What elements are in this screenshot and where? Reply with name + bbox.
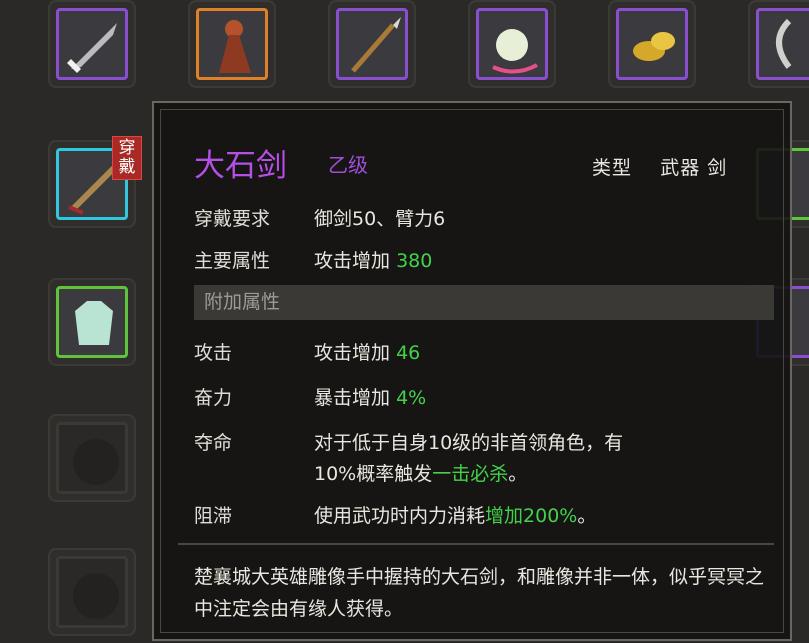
rarity-frame: [336, 8, 408, 80]
empty-frame: [56, 556, 128, 628]
main-attr-text: 攻击增加: [314, 250, 391, 272]
attr-text: 暴击增加: [314, 387, 391, 409]
type-label: 类型: [592, 157, 633, 179]
main-attr: 攻击增加 380: [314, 246, 432, 273]
duoming-suffix: 。: [508, 463, 528, 485]
inventory-slot-robe[interactable]: [48, 278, 136, 366]
attr-value: 攻击增加 46: [314, 338, 420, 365]
flower-icon: [492, 29, 538, 74]
zhizhi-value: 使用武功时内力消耗增加200%。: [314, 501, 596, 528]
rarity-frame: [56, 8, 128, 80]
duoming-label: 夺命: [194, 432, 233, 454]
gold-icon: [633, 32, 675, 61]
rarity-frame: [756, 8, 809, 80]
rarity-frame: [476, 8, 548, 80]
inventory-slot-blade[interactable]: [748, 0, 809, 88]
type-value: 武器 剑: [660, 157, 728, 179]
duoming-line1: 对于低于自身10级的非首领角色，有: [314, 432, 624, 454]
inventory-slot-flower[interactable]: [468, 0, 556, 88]
item-type: 类型 武器 剑: [592, 153, 727, 180]
duoming-line2: 10%概率触发一击必杀。: [314, 459, 527, 486]
rarity-frame: [616, 8, 688, 80]
inventory-slot-empty[interactable]: [48, 414, 136, 502]
attr-text: 攻击增加: [314, 342, 391, 364]
equipped-badge: 穿戴: [112, 136, 142, 180]
requirement-label: 穿戴要求: [194, 208, 271, 230]
attr-label: 攻击: [194, 342, 233, 364]
cloak-icon: [219, 20, 251, 73]
inventory-slot-empty[interactable]: [48, 548, 136, 636]
zhizhi-prefix: 使用武功时内力消耗: [314, 505, 486, 527]
divider: [178, 543, 774, 545]
requirement-value: 御剑50、臂力6: [314, 208, 446, 230]
rarity-frame: [196, 8, 268, 80]
item-tooltip: 大石剑 乙级 类型 武器 剑 穿戴要求 御剑50、臂力6 主要属性 攻击增加 3…: [152, 101, 792, 641]
inventory-slot-spear[interactable]: [328, 0, 416, 88]
attr-value: 暴击增加 4%: [314, 383, 426, 410]
empty-frame: [56, 422, 128, 494]
main-attr-label: 主要属性: [194, 250, 271, 272]
spear-icon: [351, 17, 401, 73]
duoming-highlight: 一击必杀: [432, 463, 509, 485]
extra-attr-header: 附加属性: [194, 285, 774, 320]
attr-label: 奋力: [194, 387, 233, 409]
item-grade: 乙级: [328, 153, 368, 177]
main-attr-value: 380: [396, 250, 433, 272]
attr-number: 46: [396, 342, 421, 364]
duoming-prefix: 10%概率触发: [314, 463, 433, 485]
inventory-slot-gold[interactable]: [608, 0, 696, 88]
attr-number: 4%: [396, 387, 427, 409]
blade-icon: [776, 18, 792, 69]
item-description: 楚襄城大英雄雕像手中握持的大石剑，和雕像并非一体，似乎冥冥之中注定会由有缘人获得…: [194, 566, 765, 620]
inventory-slot-equipped-sword[interactable]: 穿戴: [48, 136, 142, 228]
sword-icon: [67, 23, 117, 73]
item-title: 大石剑: [194, 148, 287, 184]
robe-icon: [75, 301, 113, 345]
zhizhi-highlight: 增加200%: [485, 505, 578, 527]
inventory-slot-sword[interactable]: [48, 0, 136, 88]
inventory-slot-cloak[interactable]: [188, 0, 276, 88]
zhizhi-label: 阻滞: [194, 505, 233, 527]
zhizhi-suffix: 。: [577, 505, 597, 527]
rarity-frame: [56, 286, 128, 358]
